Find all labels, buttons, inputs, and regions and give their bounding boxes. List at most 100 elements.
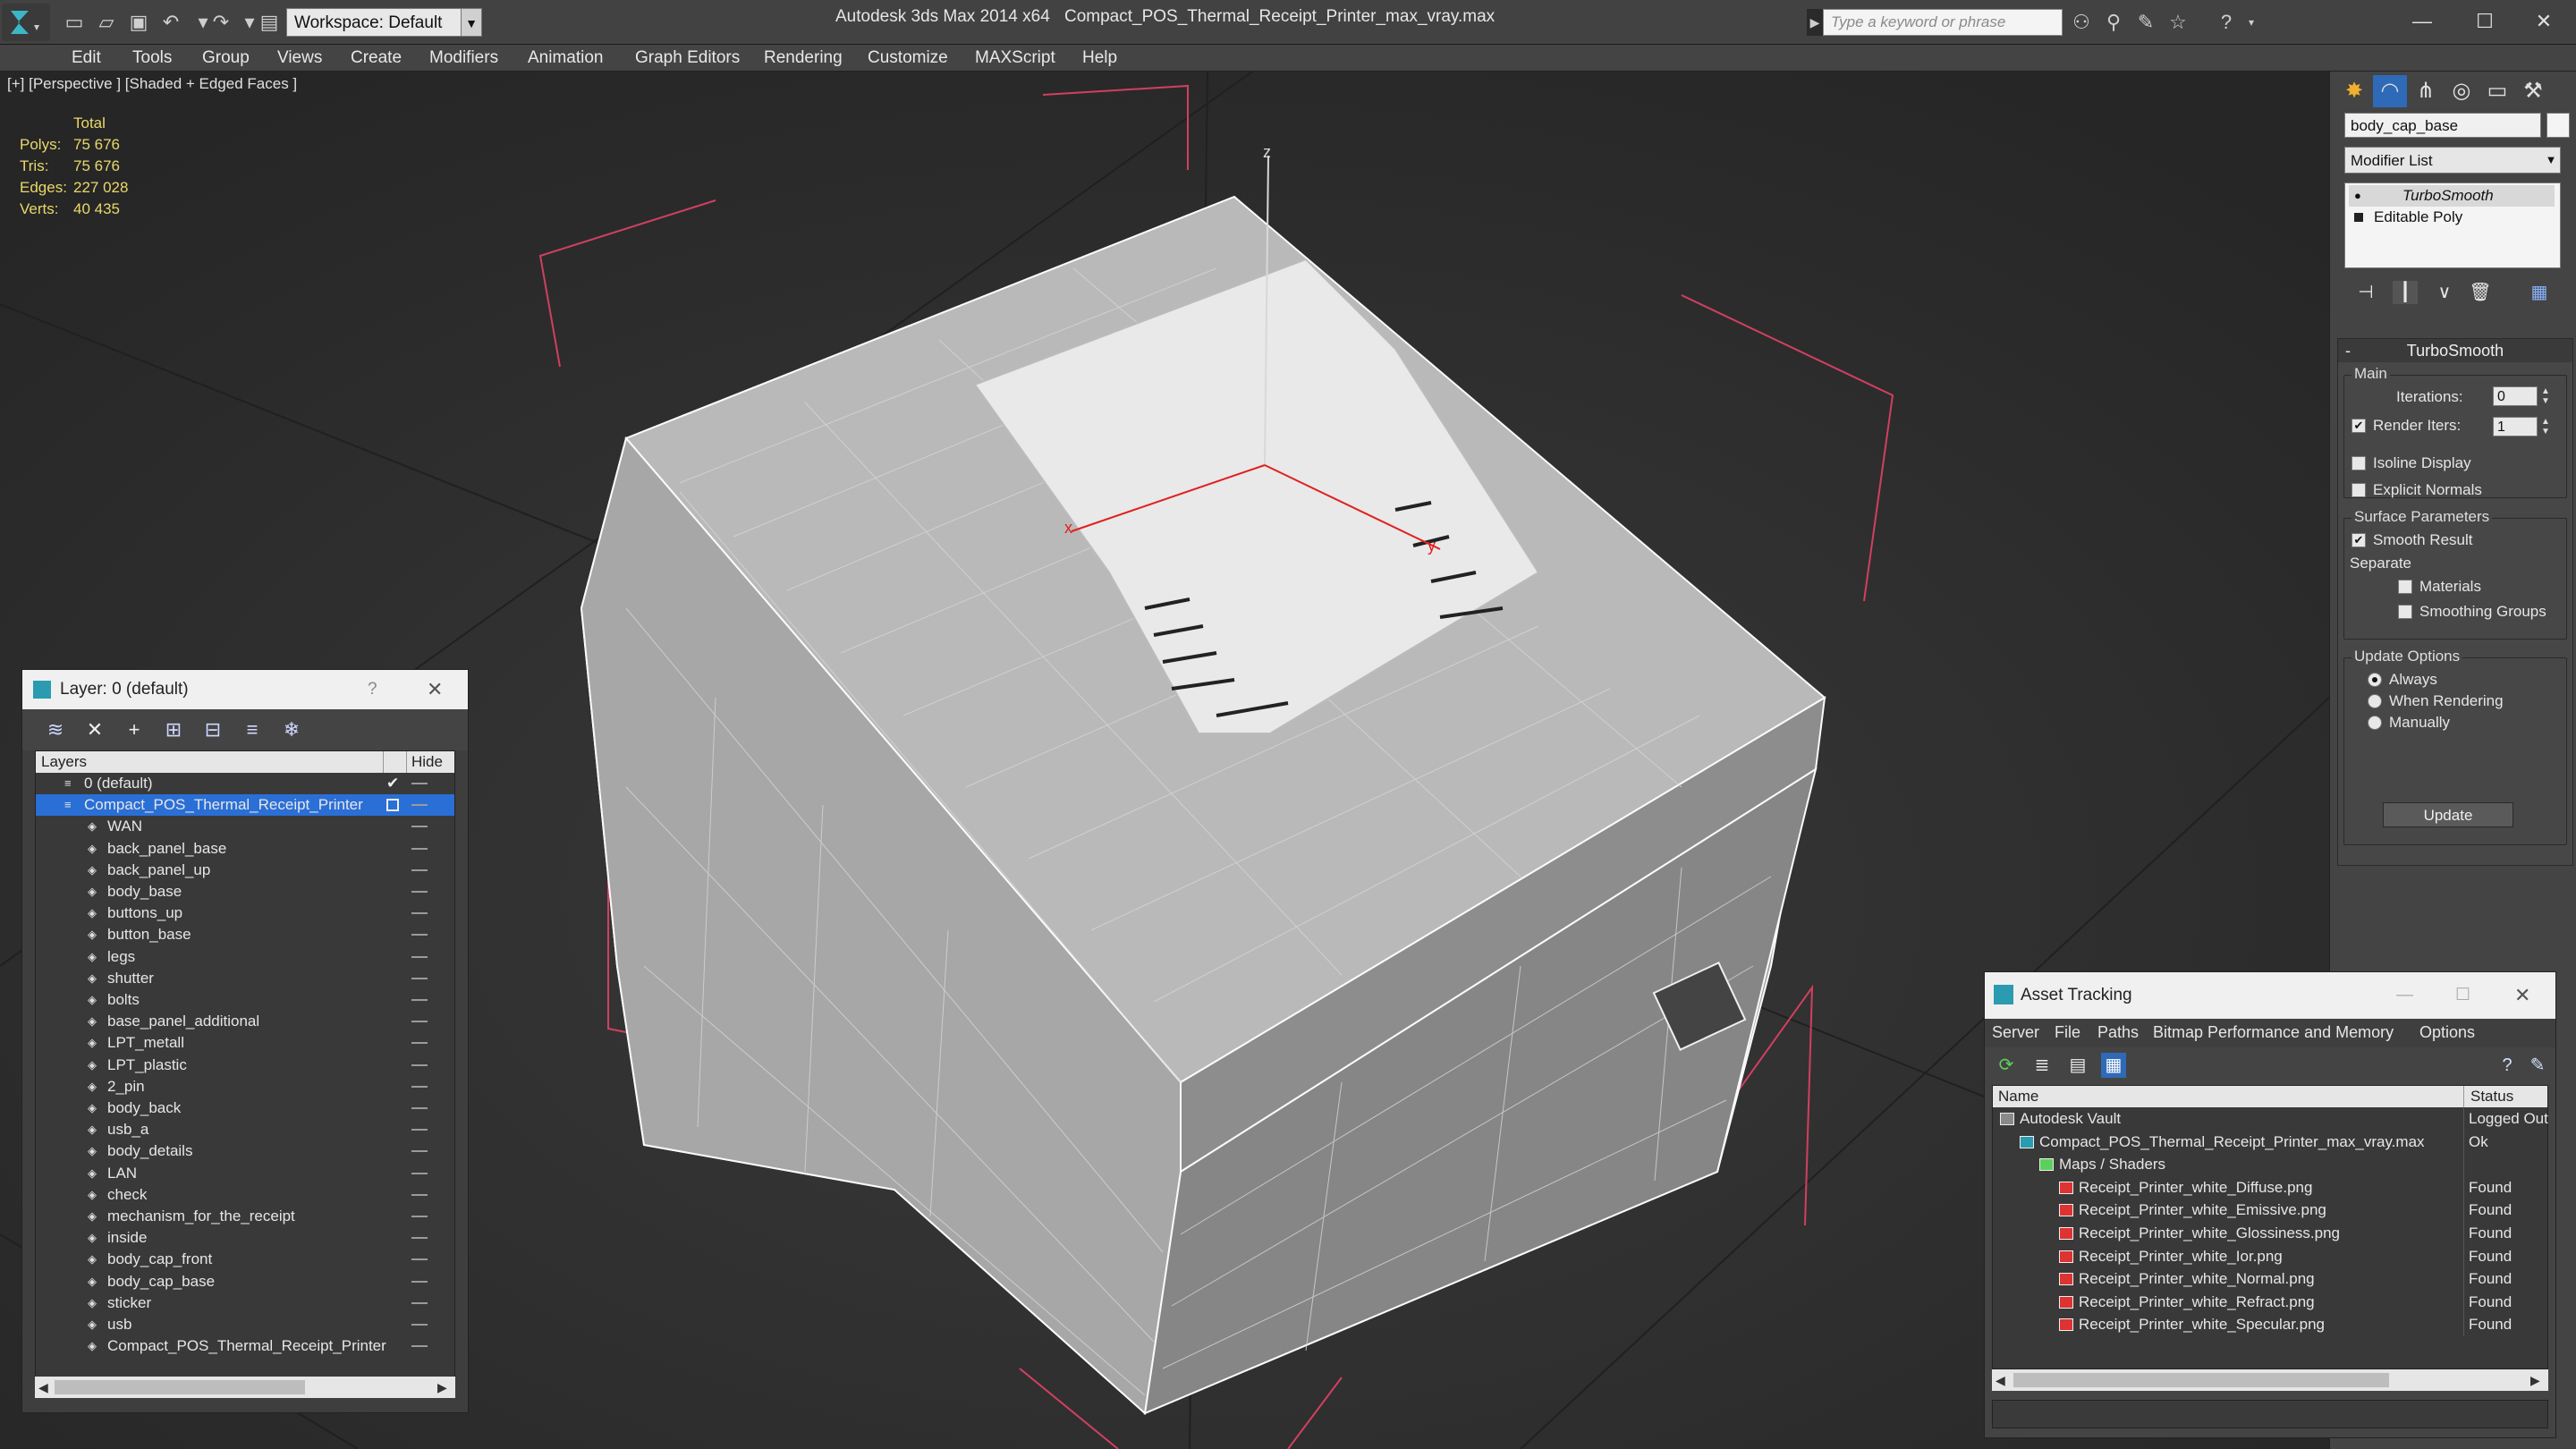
asset-row[interactable]: Autodesk Vault Logged Out bbox=[1993, 1107, 2548, 1131]
stack-item-editable-poly[interactable]: Editable Poly bbox=[2349, 207, 2555, 228]
create-layer-icon[interactable]: ≋ bbox=[42, 716, 69, 743]
rollout-header[interactable]: - TurboSmooth bbox=[2338, 339, 2572, 362]
layer-row[interactable]: ◈ sticker bbox=[36, 1292, 454, 1314]
scroll-right-icon[interactable]: ▶ bbox=[2530, 1369, 2540, 1391]
layer-row[interactable]: ◈ WAN bbox=[36, 816, 454, 837]
hide-toggle[interactable] bbox=[411, 1193, 428, 1196]
layer-horizontal-scrollbar[interactable]: ◀ ▶ bbox=[35, 1377, 455, 1398]
smoothing-groups-checkbox[interactable] bbox=[2398, 605, 2412, 619]
layer-row[interactable]: ◈ back_panel_base bbox=[36, 838, 454, 860]
hide-toggle[interactable] bbox=[411, 1150, 428, 1153]
hide-toggle[interactable] bbox=[411, 1021, 428, 1023]
hide-toggle[interactable] bbox=[411, 826, 428, 828]
menu-maxscript[interactable]: MAXScript bbox=[975, 48, 1055, 68]
layer-row[interactable]: ◈ body_base bbox=[36, 881, 454, 902]
hide-toggle[interactable] bbox=[411, 1107, 428, 1109]
remove-modifier-icon[interactable]: 🗑 bbox=[2468, 281, 2493, 304]
smooth-result-checkbox[interactable]: ✔ bbox=[2351, 533, 2366, 547]
hide-toggle[interactable] bbox=[411, 999, 428, 1001]
col-hide[interactable]: Hide bbox=[411, 751, 443, 773]
bulb-icon[interactable]: ● bbox=[2354, 185, 2361, 207]
menu-animation[interactable]: Animation bbox=[528, 48, 604, 68]
layer-row[interactable]: ◈ inside bbox=[36, 1227, 454, 1249]
object-color-swatch[interactable] bbox=[2546, 113, 2570, 138]
show-end-result-icon[interactable]: ┃ bbox=[2393, 281, 2418, 304]
menu-customize[interactable]: Customize bbox=[868, 48, 948, 68]
close-icon[interactable]: ✕ bbox=[2514, 972, 2530, 1019]
hide-all-icon[interactable]: ≡ bbox=[239, 716, 266, 743]
scroll-thumb[interactable] bbox=[55, 1380, 305, 1394]
asset-menu-options[interactable]: Options bbox=[2419, 1023, 2475, 1042]
hide-toggle[interactable] bbox=[411, 1280, 428, 1283]
make-unique-icon[interactable]: ∨ bbox=[2432, 281, 2457, 304]
asset-menu-server[interactable]: Server bbox=[1992, 1023, 2039, 1042]
expand-icon[interactable] bbox=[2354, 213, 2363, 222]
layer-row[interactable]: ◈ bolts bbox=[36, 989, 454, 1011]
details-view-icon[interactable]: ▤ bbox=[2065, 1053, 2090, 1078]
isoline-checkbox[interactable] bbox=[2351, 456, 2366, 470]
hide-toggle[interactable] bbox=[411, 1216, 428, 1217]
object-name-field[interactable]: body_cap_base bbox=[2344, 113, 2541, 138]
layer-row[interactable]: ◈ base_panel_additional bbox=[36, 1011, 454, 1032]
layer-row[interactable]: ◈ button_base bbox=[36, 924, 454, 945]
hide-toggle[interactable] bbox=[411, 1063, 428, 1066]
delete-layer-icon[interactable]: ✕ bbox=[81, 716, 108, 743]
layer-row[interactable]: ◈ back_panel_up bbox=[36, 860, 454, 881]
create-tab-icon[interactable]: ✸ bbox=[2337, 75, 2371, 107]
hide-toggle[interactable] bbox=[411, 869, 428, 871]
asset-row[interactable]: Receipt_Printer_white_Ior.png Found bbox=[1993, 1244, 2547, 1268]
menu-edit[interactable]: Edit bbox=[72, 48, 101, 68]
hierarchy-tab-icon[interactable]: ⋔ bbox=[2409, 75, 2443, 107]
menu-rendering[interactable]: Rendering bbox=[764, 48, 843, 68]
collapse-icon[interactable]: - bbox=[2345, 339, 2351, 362]
minimize-icon[interactable]: — bbox=[2390, 4, 2454, 39]
materials-checkbox[interactable] bbox=[2398, 580, 2412, 594]
save-icon[interactable]: ▣ bbox=[125, 9, 152, 36]
layer-panel-titlebar[interactable]: Layer: 0 (default) ? ✕ bbox=[22, 670, 468, 709]
hide-toggle[interactable] bbox=[411, 1129, 428, 1131]
render-iters-spinner[interactable]: 1 bbox=[2493, 417, 2538, 436]
layer-row[interactable]: ≡ 0 (default) ✔ bbox=[36, 773, 454, 794]
hide-toggle[interactable] bbox=[411, 912, 428, 915]
motion-tab-icon[interactable]: ◎ bbox=[2445, 75, 2479, 107]
hide-toggle[interactable] bbox=[411, 1085, 428, 1088]
layer-row[interactable]: ◈ legs bbox=[36, 946, 454, 968]
undo-icon[interactable]: ↶ bbox=[157, 9, 184, 36]
layer-row[interactable]: ◈ mechanism_for_the_receipt bbox=[36, 1206, 454, 1227]
layer-row[interactable]: ◈ body_details bbox=[36, 1140, 454, 1162]
asset-row[interactable]: Receipt_Printer_white_Refract.png Found bbox=[1993, 1290, 2547, 1314]
menu-modifiers[interactable]: Modifiers bbox=[429, 48, 498, 68]
table-view-icon[interactable]: ▦ bbox=[2101, 1053, 2126, 1078]
hide-toggle[interactable] bbox=[411, 804, 428, 807]
freeze-all-icon[interactable]: ❄ bbox=[278, 716, 305, 743]
menu-help[interactable]: Help bbox=[1082, 48, 1117, 68]
asset-horizontal-scrollbar[interactable]: ◀ ▶ bbox=[1992, 1369, 2548, 1391]
layer-row[interactable]: ◈ body_back bbox=[36, 1097, 454, 1119]
iterations-spinner[interactable]: 0 bbox=[2493, 386, 2538, 406]
list-view-icon[interactable]: ≣ bbox=[2029, 1053, 2055, 1078]
hide-toggle[interactable] bbox=[411, 1042, 428, 1045]
help-icon[interactable]: ? bbox=[2213, 9, 2240, 36]
layer-row[interactable]: ◈ body_cap_base bbox=[36, 1271, 454, 1292]
highlight-icon[interactable]: ✎ bbox=[2525, 1053, 2550, 1078]
col-name[interactable]: Name bbox=[1998, 1086, 2038, 1107]
asset-row[interactable]: Maps / Shaders bbox=[1993, 1153, 2547, 1177]
close-icon[interactable]: ✕ bbox=[2512, 4, 2576, 39]
asset-row[interactable]: Receipt_Printer_white_Diffuse.png Found bbox=[1993, 1175, 2547, 1199]
layer-row[interactable]: ◈ shutter bbox=[36, 968, 454, 989]
menu-group[interactable]: Group bbox=[202, 48, 250, 68]
search-input[interactable]: Type a keyword or phrase bbox=[1823, 9, 2063, 36]
help-icon[interactable]: ? bbox=[368, 670, 377, 709]
hide-toggle[interactable] bbox=[411, 977, 428, 979]
subscription-icon[interactable]: ⚲ bbox=[2100, 9, 2127, 36]
col-layers[interactable]: Layers bbox=[41, 751, 87, 773]
layer-row[interactable]: ◈ usb bbox=[36, 1314, 454, 1335]
when-rendering-radio[interactable] bbox=[2368, 694, 2382, 708]
update-button[interactable]: Update bbox=[2383, 802, 2513, 827]
hide-toggle[interactable] bbox=[411, 934, 428, 936]
chevron-down-icon[interactable]: ▼ bbox=[461, 8, 482, 37]
asset-row[interactable]: Receipt_Printer_white_Specular.png Found bbox=[1993, 1313, 2547, 1337]
hide-toggle[interactable] bbox=[411, 1172, 428, 1174]
hide-toggle[interactable] bbox=[411, 1258, 428, 1261]
layer-row[interactable]: ◈ body_cap_front bbox=[36, 1249, 454, 1270]
